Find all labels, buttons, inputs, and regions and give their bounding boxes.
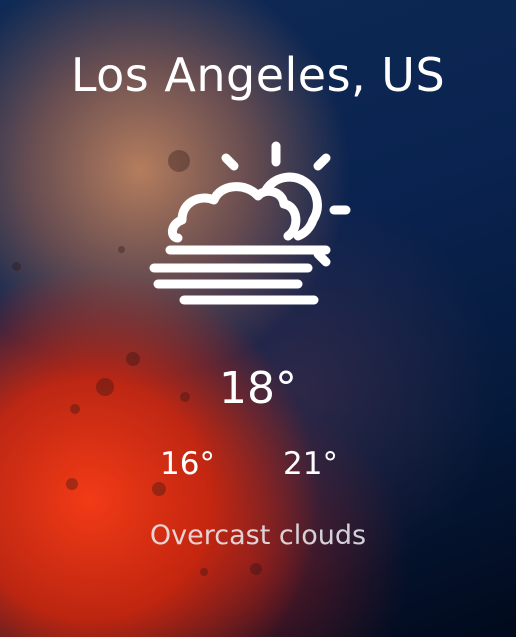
background-spot [250, 563, 262, 575]
background-spot [12, 262, 21, 271]
current-temperature: 18° [219, 363, 297, 414]
background-spot [118, 246, 125, 253]
weather-widget: Los Angeles, US 18° 16° 21° Overcast clo… [0, 0, 516, 637]
min-temperature: 16° [160, 446, 215, 482]
weather-description: Overcast clouds [149, 520, 367, 551]
partly-cloudy-with-fog-icon [149, 141, 351, 305]
background-spot [200, 568, 208, 576]
max-temperature: 21° [283, 446, 338, 482]
background-spot [66, 478, 78, 490]
location-title: Los Angeles, US [70, 48, 446, 102]
background-spot [152, 482, 166, 496]
